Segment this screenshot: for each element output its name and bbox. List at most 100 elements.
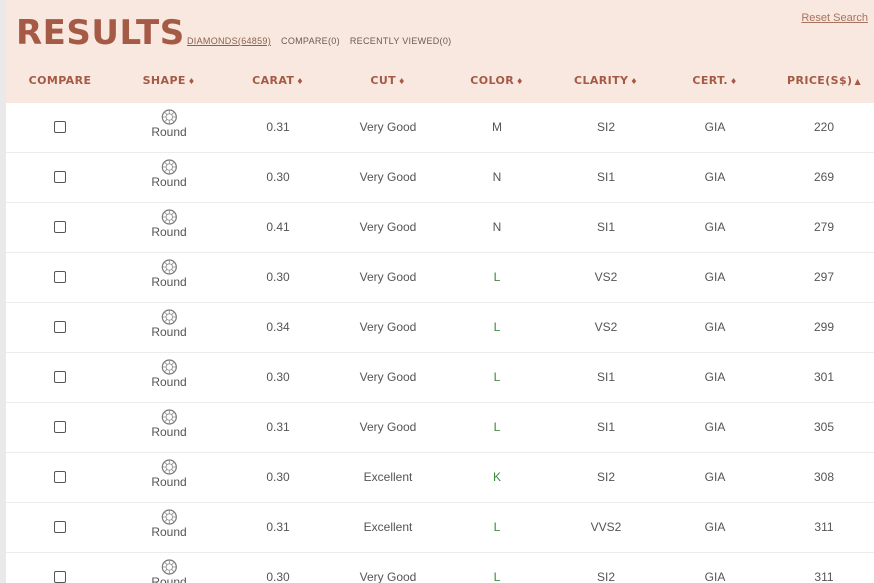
color-cell: N [492,170,502,184]
shape-cell: Round [151,559,187,583]
column-header-carat[interactable]: CARAT ♦ [252,74,304,87]
round-diamond-icon [151,259,186,275]
column-header-color[interactable]: COLOR ♦ [470,74,523,87]
cut-cell: Very Good [359,320,417,334]
tab-diamonds[interactable]: DIAMONDS(64859) [187,36,271,46]
carat-cell: 0.30 [266,570,290,583]
column-header-clarity[interactable]: CLARITY ♦ [574,74,638,87]
cut-cell: Very Good [359,570,417,583]
clarity-cell: SI1 [596,370,616,384]
cut-cell: Very Good [359,170,417,184]
table-row[interactable]: Round 0.34 Very Good L VS2 GIA 299 [6,303,874,353]
round-diamond-icon [151,159,186,175]
round-diamond-icon [151,309,186,325]
shape-cell: Round [151,309,187,339]
clarity-cell: SI1 [596,420,616,434]
carat-cell: 0.30 [266,170,290,184]
color-cell: M [492,120,502,134]
sort-icon: ♦ [296,77,304,86]
cert-cell: GIA [704,470,726,484]
cert-cell: GIA [704,520,726,534]
clarity-cell: VS2 [594,270,618,284]
table-row[interactable]: Round 0.30 Excellent K SI2 GIA 308 [6,453,874,503]
sort-icon: ♦ [187,77,196,86]
price-cell: 269 [813,170,835,184]
price-cell: 220 [813,120,835,134]
clarity-cell: SI2 [596,470,616,484]
round-diamond-icon [151,209,186,225]
round-diamond-icon [151,359,186,375]
table-row[interactable]: Round 0.31 Very Good M SI2 GIA 220 [6,103,874,153]
sort-icon: ♦ [398,77,406,86]
carat-cell: 0.30 [266,370,290,384]
tab-compare[interactable]: COMPARE(0) [281,36,340,46]
table-row[interactable]: Round 0.30 Very Good L SI1 GIA 301 [6,353,874,403]
cert-cell: GIA [704,370,726,384]
color-cell: L [493,320,501,334]
shape-cell: Round [151,159,187,189]
shape-cell: Round [151,209,187,239]
compare-checkbox[interactable] [54,471,66,483]
compare-checkbox[interactable] [54,271,66,283]
compare-checkbox[interactable] [54,121,66,133]
table-row[interactable]: Round 0.30 Very Good L SI2 GIA 311 [6,553,874,583]
shape-label: Round [151,425,187,439]
round-diamond-icon [151,459,186,475]
price-cell: 299 [813,320,835,334]
results-tabs: DIAMONDS(64859) COMPARE(0) RECENTLY VIEW… [187,36,451,46]
compare-checkbox[interactable] [54,371,66,383]
cert-cell: GIA [704,170,726,184]
cut-cell: Very Good [359,120,417,134]
shape-cell: Round [151,409,187,439]
color-cell: N [492,220,502,234]
table-row[interactable]: Round 0.30 Very Good L VS2 GIA 297 [6,253,874,303]
table-row[interactable]: Round 0.30 Very Good N SI1 GIA 269 [6,153,874,203]
shape-label: Round [151,275,187,289]
carat-cell: 0.30 [266,270,290,284]
reset-search-link[interactable]: Reset Search [801,12,868,24]
color-cell: L [493,420,501,434]
compare-checkbox[interactable] [54,171,66,183]
cut-cell: Excellent [363,520,413,534]
tab-recently-viewed[interactable]: RECENTLY VIEWED(0) [350,36,452,46]
price-cell: 311 [814,570,834,583]
color-cell: L [493,570,501,583]
cert-cell: GIA [704,320,726,334]
compare-checkbox[interactable] [54,321,66,333]
column-header-cut[interactable]: CUT ♦ [370,74,405,87]
column-header-compare: COMPARE [28,74,92,87]
compare-checkbox[interactable] [54,571,66,583]
round-diamond-icon [151,409,186,425]
shape-cell: Round [151,509,187,539]
cert-cell: GIA [704,270,726,284]
compare-checkbox[interactable] [54,421,66,433]
shape-label: Round [151,125,187,139]
clarity-cell: SI1 [596,170,616,184]
sort-icon: ♦ [630,77,639,86]
compare-checkbox[interactable] [54,221,66,233]
round-diamond-icon [151,559,186,575]
price-cell: 311 [814,520,834,534]
round-diamond-icon [151,109,186,125]
shape-label: Round [151,475,187,489]
cut-cell: Excellent [363,470,413,484]
clarity-cell: VVS2 [590,520,622,534]
table-row[interactable]: Round 0.31 Excellent L VVS2 GIA 311 [6,503,874,553]
table-row[interactable]: Round 0.41 Very Good N SI1 GIA 279 [6,203,874,253]
shape-cell: Round [151,459,187,489]
cut-cell: Very Good [359,220,417,234]
shape-label: Round [151,225,187,239]
shape-cell: Round [151,109,187,139]
carat-cell: 0.34 [266,320,290,334]
clarity-cell: SI2 [596,120,616,134]
page-title: RESULTS [16,13,185,53]
column-header-cert[interactable]: CERT. ♦ [692,74,737,87]
cut-cell: Very Good [359,420,417,434]
table-row[interactable]: Round 0.31 Very Good L SI1 GIA 305 [6,403,874,453]
clarity-cell: VS2 [594,320,618,334]
clarity-cell: SI1 [596,220,616,234]
column-header-shape[interactable]: SHAPE ♦ [143,74,196,87]
column-header-price[interactable]: PRICE(S$) ▲ [787,74,861,87]
compare-checkbox[interactable] [54,521,66,533]
shape-label: Round [151,325,187,339]
